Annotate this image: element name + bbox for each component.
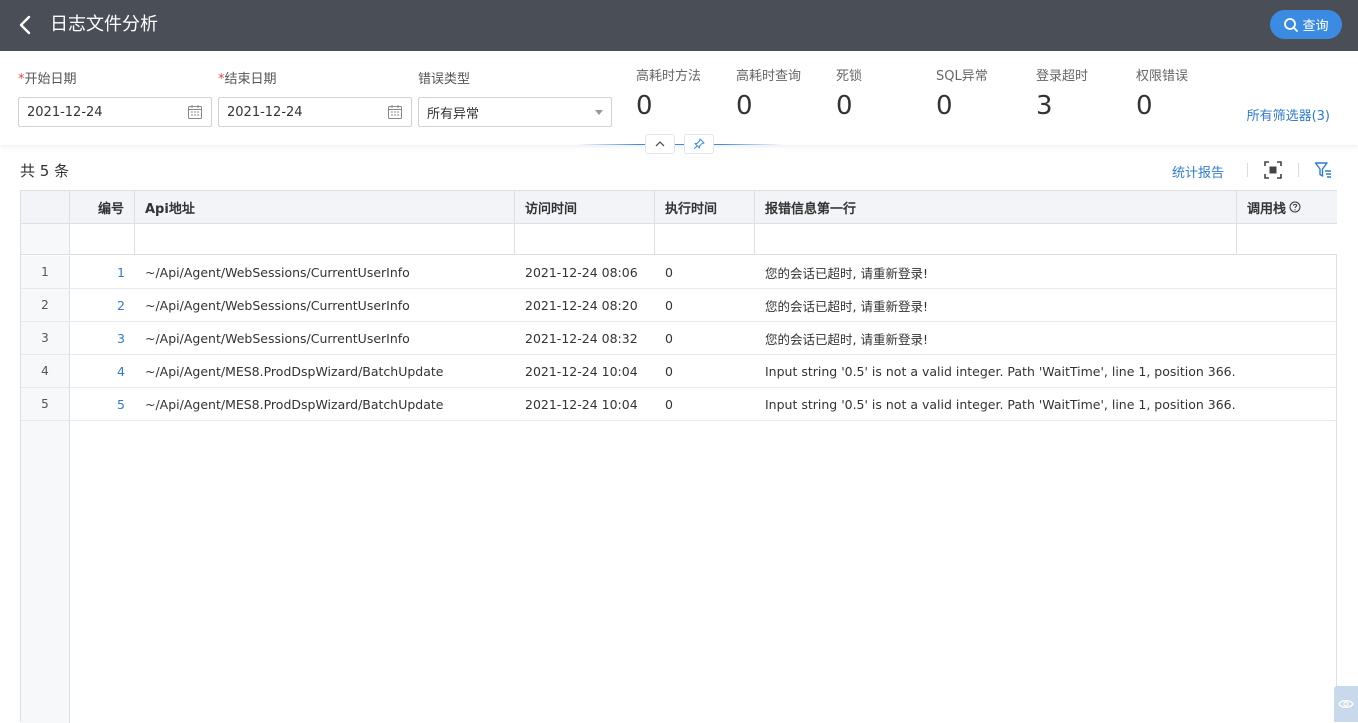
calendar-icon[interactable] xyxy=(387,104,403,120)
help-icon[interactable] xyxy=(1289,201,1301,213)
toolbar-divider xyxy=(1298,163,1299,177)
stat-slow-query[interactable]: 高耗时查询 0 xyxy=(736,68,801,122)
column-header-no[interactable]: 编号 xyxy=(70,191,135,223)
toolbar-divider xyxy=(1247,163,1248,177)
chevron-down-icon xyxy=(595,109,603,115)
column-header-api[interactable]: Api地址 xyxy=(135,191,515,223)
filter-input-no[interactable] xyxy=(70,224,135,254)
filter-input-exec-time[interactable] xyxy=(655,224,755,254)
record-number-link[interactable]: 5 xyxy=(70,388,135,420)
table-row[interactable]: 5 5 ~/Api/Agent/MES8.ProdDspWizard/Batch… xyxy=(21,388,1337,421)
column-header-call-stack[interactable]: 调用栈 xyxy=(1237,191,1337,223)
all-filters-link[interactable]: 所有筛选器(3) xyxy=(1247,105,1330,124)
record-number-link[interactable]: 4 xyxy=(70,355,135,387)
end-date-field: *结束日期 2021-12-24 xyxy=(218,71,412,127)
filter-input-call-stack[interactable] xyxy=(1237,224,1337,254)
stat-deadlock[interactable]: 死锁 0 xyxy=(836,68,862,122)
row-index-column xyxy=(21,421,70,723)
query-button[interactable]: 查询 xyxy=(1270,10,1342,39)
row-index-header xyxy=(21,191,70,223)
record-count: 共 5 条 xyxy=(20,162,70,180)
column-header-exec-time[interactable]: 执行时间 xyxy=(655,191,755,223)
chevron-up-icon xyxy=(655,141,665,147)
back-arrow-icon xyxy=(19,15,31,35)
column-header-error-msg[interactable]: 报错信息第一行 xyxy=(755,191,1237,223)
end-date-label: 结束日期 xyxy=(224,72,277,87)
page-title: 日志文件分析 xyxy=(50,14,158,35)
filter-input-api[interactable] xyxy=(135,224,515,254)
query-button-label: 查询 xyxy=(1302,19,1329,34)
filter-input-error-msg[interactable] xyxy=(755,224,1237,254)
fullscreen-icon[interactable] xyxy=(1264,161,1282,179)
error-type-select[interactable]: 所有异常 xyxy=(418,97,612,127)
collapse-panel-button[interactable] xyxy=(645,134,675,154)
pin-icon xyxy=(694,138,705,149)
pin-panel-button[interactable] xyxy=(684,134,714,154)
search-icon xyxy=(1284,17,1299,32)
start-date-input[interactable]: 2021-12-24 xyxy=(18,97,212,127)
stat-permission-error[interactable]: 权限错误 0 xyxy=(1136,68,1188,122)
error-type-label: 错误类型 xyxy=(418,72,471,87)
stat-login-timeout[interactable]: 登录超时 3 xyxy=(1036,68,1088,122)
end-date-input[interactable]: 2021-12-24 xyxy=(218,97,412,127)
stat-slow-method[interactable]: 高耗时方法 0 xyxy=(636,68,701,122)
table-row[interactable]: 3 3 ~/Api/Agent/WebSessions/CurrentUserI… xyxy=(21,322,1337,355)
log-table: 编号 Api地址 访问时间 执行时间 报错信息第一行 调用栈 1 1 ~/Api… xyxy=(20,190,1337,723)
table-row[interactable]: 1 1 ~/Api/Agent/WebSessions/CurrentUserI… xyxy=(21,256,1337,289)
filter-input-visit-time[interactable] xyxy=(515,224,655,254)
eye-icon xyxy=(1338,699,1354,709)
record-number-link[interactable]: 1 xyxy=(70,256,135,288)
calendar-icon[interactable] xyxy=(187,104,203,120)
record-number-link[interactable]: 2 xyxy=(70,289,135,321)
error-type-field: 错误类型 所有异常 xyxy=(418,71,612,127)
stat-sql-error[interactable]: SQL异常 0 xyxy=(936,68,988,122)
start-date-field: *开始日期 2021-12-24 xyxy=(18,71,212,127)
view-toggle-button[interactable] xyxy=(1334,686,1358,722)
statistics-report-link[interactable]: 统计报告 xyxy=(1172,162,1224,181)
table-header: 编号 Api地址 访问时间 执行时间 报错信息第一行 调用栈 xyxy=(21,191,1337,224)
column-header-visit-time[interactable]: 访问时间 xyxy=(515,191,655,223)
column-filter-row xyxy=(21,224,1337,255)
filter-icon[interactable] xyxy=(1314,161,1332,179)
table-row[interactable]: 4 4 ~/Api/Agent/MES8.ProdDspWizard/Batch… xyxy=(21,355,1337,388)
record-number-link[interactable]: 3 xyxy=(70,322,135,354)
back-button[interactable] xyxy=(14,13,38,37)
start-date-label: 开始日期 xyxy=(24,72,77,87)
app-header: 日志文件分析 查询 xyxy=(0,0,1358,51)
filter-panel: *开始日期 2021-12-24 *结束日期 2021-12-24 错误类型 所… xyxy=(0,51,1358,154)
panel-divider xyxy=(577,144,783,145)
table-row[interactable]: 2 2 ~/Api/Agent/WebSessions/CurrentUserI… xyxy=(21,289,1337,322)
